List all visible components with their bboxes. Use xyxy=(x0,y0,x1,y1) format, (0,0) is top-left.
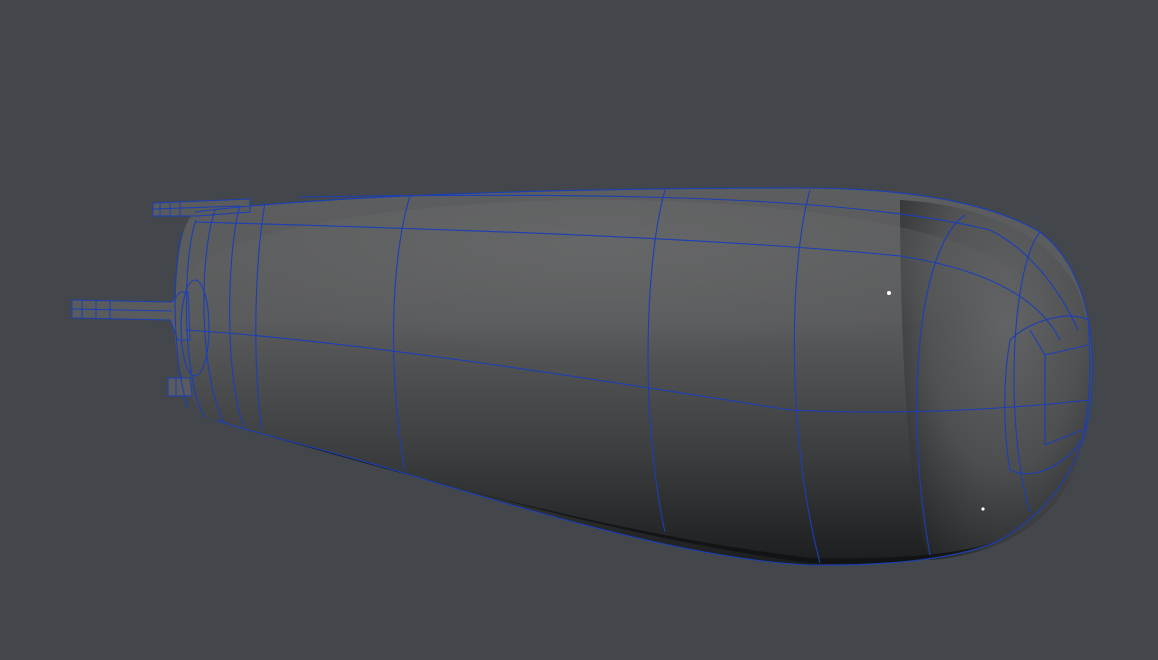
middle-port[interactable] xyxy=(71,291,191,341)
specular-highlight-top xyxy=(887,291,891,295)
lower-port[interactable] xyxy=(167,377,193,397)
3d-viewport[interactable] xyxy=(0,0,1158,660)
specular-highlight-bottom xyxy=(981,507,985,511)
capsule-mesh[interactable] xyxy=(71,187,1093,566)
capsule-top-glow xyxy=(180,200,1020,380)
viewport-canvas[interactable] xyxy=(0,0,1158,660)
